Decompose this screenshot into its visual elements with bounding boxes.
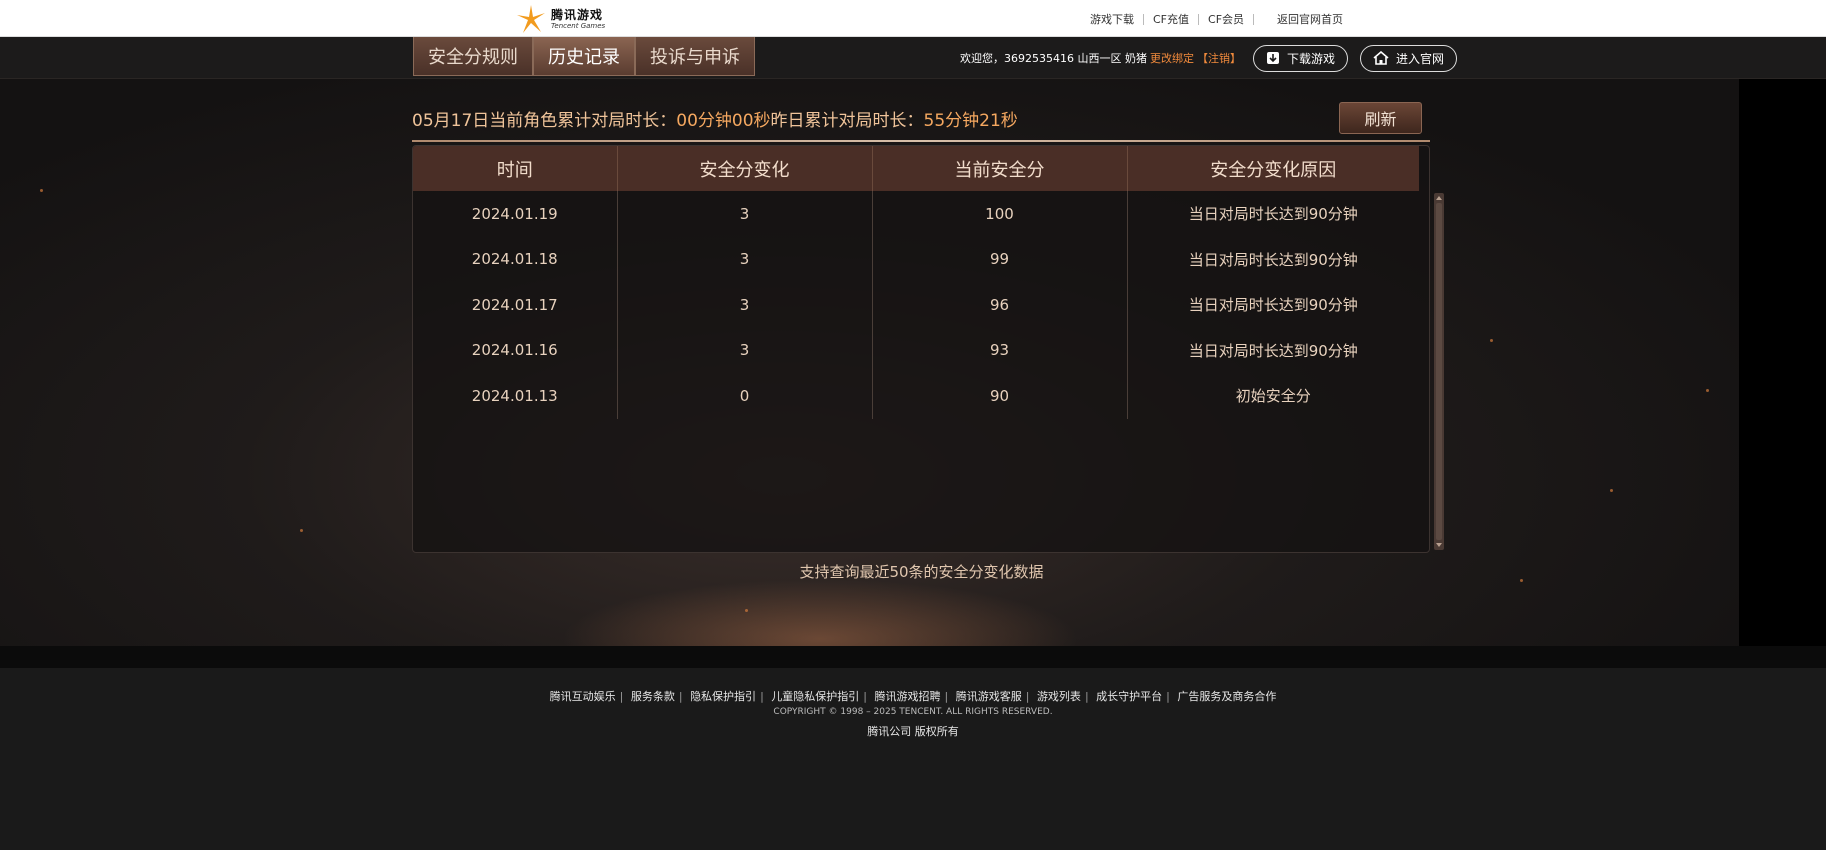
cell-time: 2024.01.16 bbox=[413, 327, 618, 373]
yesterday-value: 55分钟21秒 bbox=[923, 111, 1018, 131]
header-time: 时间 bbox=[413, 146, 618, 191]
divider bbox=[1198, 13, 1200, 25]
cell-score: 100 bbox=[872, 191, 1128, 237]
cell-reason: 当日对局时长达到90分钟 bbox=[1188, 341, 1358, 360]
cell-time: 2024.01.18 bbox=[413, 236, 618, 282]
divider bbox=[1143, 13, 1144, 25]
table-row: 2024.01.18 3 99 当日对局时长达到90分钟 bbox=[413, 236, 1419, 282]
cell-time: 2024.01.17 bbox=[413, 282, 618, 328]
official-site-label: 进入官网 bbox=[1396, 51, 1445, 66]
query-limit-note: 支持查询最近50条的安全分变化数据 bbox=[799, 563, 1044, 581]
change-bind-link[interactable]: 更改绑定 bbox=[1150, 50, 1194, 66]
link-game-download[interactable]: 游戏下载 bbox=[1090, 11, 1134, 27]
tab-history[interactable]: 历史记录 bbox=[533, 37, 635, 76]
tab-complaint[interactable]: 投诉与申诉 bbox=[635, 37, 755, 76]
scroll-down-icon[interactable] bbox=[1436, 543, 1442, 547]
table-row: 2024.01.19 3 100 当日对局时长达到90分钟 bbox=[413, 191, 1419, 237]
download-icon bbox=[1266, 52, 1279, 64]
footer-link[interactable]: 腾讯互动娱乐 bbox=[550, 690, 616, 703]
tencent-games-logo[interactable]: 腾讯游戏 Tencent Games bbox=[515, 3, 605, 35]
cell-score: 96 bbox=[872, 282, 1128, 328]
divider bbox=[1253, 13, 1255, 25]
footer-link[interactable]: 游戏列表 bbox=[1037, 690, 1081, 703]
history-table: 时间 安全分变化 当前安全分 安全分变化原因 2024.01.19 3 100 … bbox=[413, 146, 1419, 419]
footer-link[interactable]: 成长守护平台 bbox=[1096, 690, 1162, 703]
logo-en-text: Tencent Games bbox=[551, 21, 606, 30]
logout-link[interactable]: 【注销】 bbox=[1197, 50, 1241, 66]
logo-cn-text: 腾讯游戏 bbox=[551, 7, 604, 22]
cell-time: 2024.01.13 bbox=[413, 373, 618, 419]
scroll-up-icon[interactable] bbox=[1436, 196, 1442, 200]
yesterday-label: 昨日累计对局时长： bbox=[770, 111, 924, 131]
footer-link[interactable]: 广告服务及商务合作 bbox=[1177, 690, 1276, 703]
cell-change: 3 bbox=[617, 236, 873, 282]
play-time-stats: 05月17日当前角色累计对局时长：00分钟00秒昨日累计对局时长：55分钟21秒 bbox=[412, 106, 1018, 131]
cell-time: 2024.01.19 bbox=[413, 191, 618, 237]
today-label: 05月17日当前角色累计对局时长： bbox=[412, 111, 677, 131]
footer-link[interactable]: 腾讯游戏招聘 bbox=[875, 690, 941, 703]
table-row: 2024.01.17 3 96 当日对局时长达到90分钟 bbox=[413, 282, 1419, 328]
header-current-score: 当前安全分 bbox=[872, 146, 1128, 191]
welcome-text: 欢迎您，3692535416 山西一区 奶猪 bbox=[960, 52, 1147, 65]
table-header-row: 时间 安全分变化 当前安全分 安全分变化原因 bbox=[413, 146, 1419, 191]
divider bbox=[412, 140, 1430, 142]
scroll-thumb[interactable] bbox=[1436, 203, 1442, 540]
link-cf-member[interactable]: CF会员 bbox=[1208, 11, 1244, 27]
official-site-button[interactable]: 进入官网 bbox=[1360, 44, 1458, 72]
company-text: 腾讯公司 版权所有 bbox=[867, 725, 959, 738]
cell-change: 3 bbox=[617, 327, 873, 373]
footer: 腾讯互动娱乐 | 服务条款 | 隐私保护指引 | 儿童隐私保护指引 | 腾讯游戏招聘 | … bbox=[0, 668, 1826, 850]
cell-score: 93 bbox=[872, 327, 1128, 373]
top-bar: 腾讯游戏 Tencent Games 游戏下载 CF充值 CF会员 返回官网首页 bbox=[0, 0, 1826, 37]
table-row: 2024.01.16 3 93 当日对局时长达到90分钟 bbox=[413, 327, 1419, 373]
footer-link[interactable]: 腾讯游戏客服 bbox=[956, 690, 1022, 703]
cell-change: 3 bbox=[617, 282, 873, 328]
link-back-home[interactable]: 返回官网首页 bbox=[1277, 11, 1343, 27]
copyright-text: COPYRIGHT © 1998 – 2025 TENCENT. ALL RIG… bbox=[773, 707, 1053, 717]
footer-link[interactable]: 儿童隐私保护指引 bbox=[771, 690, 859, 703]
table-row: 2024.01.13 0 90 初始安全分 bbox=[413, 373, 1419, 419]
header-reason: 安全分变化原因 bbox=[1127, 146, 1419, 191]
header-score-change: 安全分变化 bbox=[617, 146, 873, 191]
user-bar: 欢迎您，3692535416 山西一区 奶猪 更改绑定 【注销】 下载游戏 进入… bbox=[960, 37, 1458, 79]
top-links: 游戏下载 CF充值 CF会员 返回官网首页 bbox=[1090, 11, 1343, 27]
cell-score: 90 bbox=[872, 373, 1128, 419]
cell-change: 3 bbox=[617, 191, 873, 237]
nav-bar: 安全分规则 历史记录 投诉与申诉 欢迎您，3692535416 山西一区 奶猪 … bbox=[0, 37, 1826, 79]
cell-reason: 初始安全分 bbox=[1235, 387, 1311, 406]
footer-link[interactable]: 隐私保护指引 bbox=[690, 690, 756, 703]
tab-safety-rules[interactable]: 安全分规则 bbox=[413, 37, 533, 76]
today-value: 00分钟00秒 bbox=[676, 111, 771, 131]
refresh-button[interactable]: 刷新 bbox=[1339, 102, 1422, 134]
cell-score: 99 bbox=[872, 236, 1128, 282]
footer-links: 腾讯互动娱乐 | 服务条款 | 隐私保护指引 | 儿童隐私保护指引 | 腾讯游戏招聘 | … bbox=[549, 690, 1277, 703]
cell-reason: 当日对局时长达到90分钟 bbox=[1188, 296, 1358, 315]
tencent-logo-icon bbox=[515, 3, 547, 35]
link-cf-recharge[interactable]: CF充值 bbox=[1153, 11, 1189, 27]
footer-link[interactable]: 服务条款 bbox=[631, 690, 675, 703]
cell-reason: 当日对局时长达到90分钟 bbox=[1188, 250, 1358, 269]
home-icon bbox=[1373, 51, 1389, 65]
history-table-panel: 时间 安全分变化 当前安全分 安全分变化原因 2024.01.19 3 100 … bbox=[412, 145, 1430, 553]
table-scrollbar[interactable] bbox=[1434, 193, 1444, 550]
download-game-button[interactable]: 下载游戏 bbox=[1252, 44, 1348, 72]
download-game-label: 下载游戏 bbox=[1286, 51, 1335, 66]
cell-reason: 当日对局时长达到90分钟 bbox=[1188, 205, 1358, 224]
tab-group: 安全分规则 历史记录 投诉与申诉 bbox=[413, 37, 755, 76]
cell-change: 0 bbox=[617, 373, 873, 419]
